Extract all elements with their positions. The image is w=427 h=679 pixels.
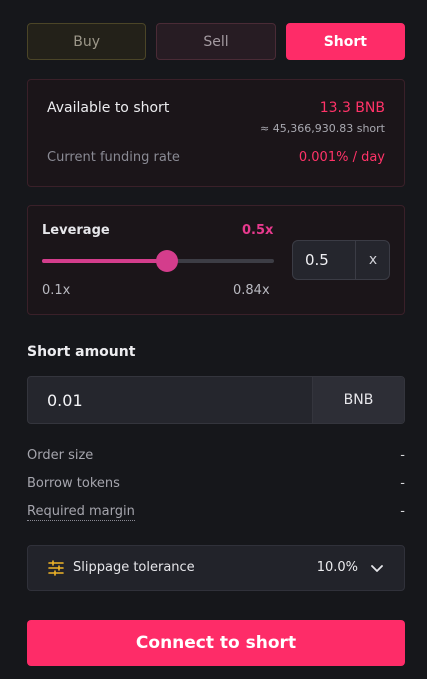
short-amount-group: BNB [27, 376, 405, 424]
short-trade-panel: Buy Sell Short Available to short 13.3 B… [0, 0, 427, 679]
short-amount-label: Short amount [27, 344, 136, 360]
short-info-card: Available to short 13.3 BNB ≈ 45,366,930… [27, 79, 405, 187]
order-size-label: Order size [27, 448, 94, 463]
funding-rate-label: Current funding rate [47, 150, 180, 165]
borrow-tokens-row: Borrow tokens - [27, 476, 405, 494]
slippage-tolerance-dropdown[interactable]: Slippage tolerance 10.0% [27, 545, 405, 591]
funding-rate-value: 0.001% / day [298, 150, 385, 165]
leverage-min-label: 0.1x [42, 283, 71, 298]
leverage-value: 0.5x [242, 223, 274, 238]
leverage-input-group: x [292, 240, 390, 280]
amount-unit-label: BNB [312, 377, 404, 423]
slider-thumb[interactable] [156, 250, 179, 272]
available-to-short-value: 13.3 BNB [319, 100, 385, 116]
tab-short[interactable]: Short [285, 23, 405, 60]
slider-fill [42, 259, 168, 263]
required-margin-value: - [400, 504, 405, 519]
available-to-short-estimate: ≈ 45,366,930.83 short [260, 122, 385, 135]
leverage-label: Leverage [42, 223, 110, 238]
sliders-icon [48, 560, 64, 576]
leverage-input[interactable] [293, 241, 355, 279]
available-to-short-label: Available to short [47, 100, 170, 116]
tab-sell[interactable]: Sell [156, 23, 276, 60]
leverage-card: Leverage 0.5x 0.1x 0.84x x [27, 205, 405, 315]
order-size-value: - [400, 448, 405, 463]
chevron-down-icon [371, 565, 383, 572]
borrow-tokens-label: Borrow tokens [27, 476, 120, 491]
required-margin-row: Required margin - [27, 504, 405, 522]
slippage-label: Slippage tolerance [73, 560, 195, 575]
trade-type-tabs: Buy Sell Short [27, 23, 405, 60]
required-margin-label[interactable]: Required margin [27, 504, 135, 521]
leverage-max-label: 0.84x [233, 283, 270, 298]
connect-to-short-button[interactable]: Connect to short [27, 620, 405, 666]
borrow-tokens-value: - [400, 476, 405, 491]
short-amount-input[interactable] [28, 377, 312, 423]
leverage-unit: x [368, 252, 378, 268]
slippage-value: 10.0% [316, 560, 358, 575]
leverage-slider[interactable] [42, 250, 274, 272]
tab-buy[interactable]: Buy [27, 23, 147, 60]
order-size-row: Order size - [27, 448, 405, 466]
